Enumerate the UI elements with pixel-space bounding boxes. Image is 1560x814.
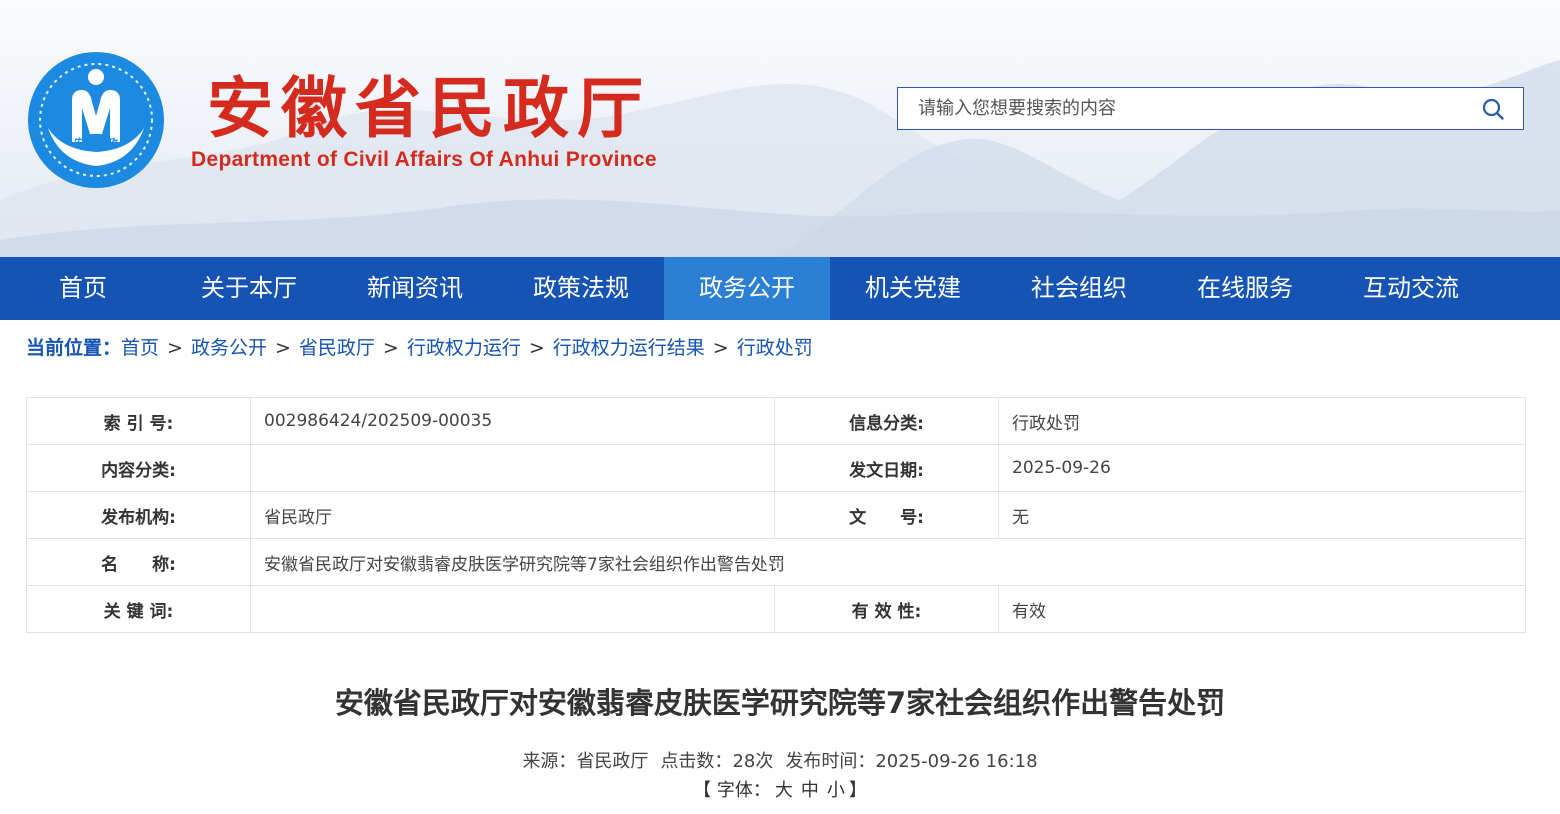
nav-item-home[interactable]: 首页 <box>0 257 166 320</box>
nav-item-about[interactable]: 关于本厅 <box>166 257 332 320</box>
breadcrumb-penalty[interactable]: 行政处罚 <box>737 337 813 359</box>
info-table: 索 引 号: 002986424/202509-00035 信息分类: 行政处罚… <box>26 397 1526 633</box>
logo-text: 安徽民政 <box>74 136 119 150</box>
table-row: 发布机构: 省民政厅 文 号: 无 <box>26 491 1526 539</box>
breadcrumb-gov-affairs[interactable]: 政务公开 <box>191 337 267 359</box>
search-input[interactable] <box>898 88 1458 129</box>
validity-value: 有效 <box>998 585 1526 633</box>
nav-item-policy[interactable]: 政策法规 <box>498 257 664 320</box>
breadcrumb-home[interactable]: 首页 <box>121 337 159 359</box>
content-type-label: 内容分类: <box>26 444 251 492</box>
nav-item-social-org[interactable]: 社会组织 <box>996 257 1162 320</box>
table-row: 内容分类: 发文日期: 2025-09-26 <box>26 444 1526 492</box>
validity-label: 有 效 性: <box>774 585 999 633</box>
doc-number-value: 无 <box>998 491 1526 539</box>
table-row: 索 引 号: 002986424/202509-00035 信息分类: 行政处罚 <box>26 397 1526 445</box>
font-small-button[interactable]: 小 <box>827 780 845 801</box>
nav-item-interaction[interactable]: 互动交流 <box>1328 257 1494 320</box>
font-bracket-close: 】 <box>848 780 867 801</box>
table-row: 关 键 词: 有 效 性: 有效 <box>26 585 1526 633</box>
date-label: 发文日期: <box>774 444 999 492</box>
font-medium-button[interactable]: 中 <box>801 780 819 801</box>
time-label: 发布时间： <box>785 751 876 772</box>
time-value: 2025-09-26 16:18 <box>875 751 1038 772</box>
date-value: 2025-09-26 <box>998 444 1526 492</box>
keywords-label: 关 键 词: <box>26 585 251 633</box>
clicks-value: 28次 <box>732 751 774 772</box>
search-box <box>897 87 1524 130</box>
category-label: 信息分类: <box>774 397 999 445</box>
breadcrumb-separator: > <box>712 337 729 359</box>
site-subtitle: Department of Civil Affairs Of Anhui Pro… <box>191 148 657 171</box>
name-label: 名 称: <box>26 538 251 586</box>
breadcrumb-separator: > <box>167 337 183 359</box>
clicks-label: 点击数： <box>660 751 733 772</box>
keywords-value <box>250 585 775 633</box>
search-icon[interactable] <box>1481 97 1505 121</box>
index-value: 002986424/202509-00035 <box>250 397 775 445</box>
article-title: 安徽省民政厅对安徽翡睿皮肤医学研究院等7家社会组织作出警告处罚 <box>334 686 1226 720</box>
nav-item-news[interactable]: 新闻资讯 <box>332 257 498 320</box>
doc-number-label: 文 号: <box>774 491 999 539</box>
nav-item-gov-affairs[interactable]: 政务公开 <box>664 257 830 320</box>
breadcrumb-admin-result[interactable]: 行政权力运行结果 <box>553 337 705 359</box>
nav-item-online-service[interactable]: 在线服务 <box>1162 257 1328 320</box>
breadcrumb-label: 当前位置： <box>26 337 122 359</box>
breadcrumb-separator: > <box>382 337 399 359</box>
name-value: 安徽省民政厅对安徽翡睿皮肤医学研究院等7家社会组织作出警告处罚 <box>250 538 1526 586</box>
breadcrumb-separator: > <box>528 337 545 359</box>
breadcrumb: 当前位置：首页 > 政务公开 > 省民政厅 > 行政权力运行 > 行政权力运行结果 > 行政处罚 <box>26 333 813 360</box>
breadcrumb-admin-power[interactable]: 行政权力运行 <box>407 337 521 359</box>
main-nav: 首页 关于本厅 新闻资讯 政策法规 政务公开 机关党建 社会组织 在线服务 互动… <box>0 257 1560 320</box>
site-header: 安徽民政 安徽省民政厅 Department of Civil Affairs … <box>0 0 1560 257</box>
content-type-value <box>250 444 775 492</box>
breadcrumb-department[interactable]: 省民政厅 <box>299 337 375 359</box>
publisher-value: 省民政厅 <box>250 491 775 539</box>
font-large-button[interactable]: 大 <box>775 780 793 801</box>
site-title: 安徽省民政厅 <box>207 69 651 147</box>
category-value: 行政处罚 <box>998 397 1526 445</box>
index-label: 索 引 号: <box>26 397 251 445</box>
breadcrumb-separator: > <box>274 337 291 359</box>
logo: 安徽民政 <box>28 52 164 188</box>
nav-item-party[interactable]: 机关党建 <box>830 257 996 320</box>
font-size-control: 【 字体：大中小】 <box>0 776 1560 802</box>
table-row: 名 称: 安徽省民政厅对安徽翡睿皮肤医学研究院等7家社会组织作出警告处罚 <box>26 538 1526 586</box>
article-meta: 来源：省民政厅 点击数：28次 发布时间：2025-09-26 16:18 <box>0 747 1560 773</box>
font-label: 【 字体： <box>693 780 771 801</box>
publisher-label: 发布机构: <box>26 491 251 539</box>
source-value: 省民政厅 <box>576 751 649 772</box>
source-label: 来源： <box>522 751 577 772</box>
